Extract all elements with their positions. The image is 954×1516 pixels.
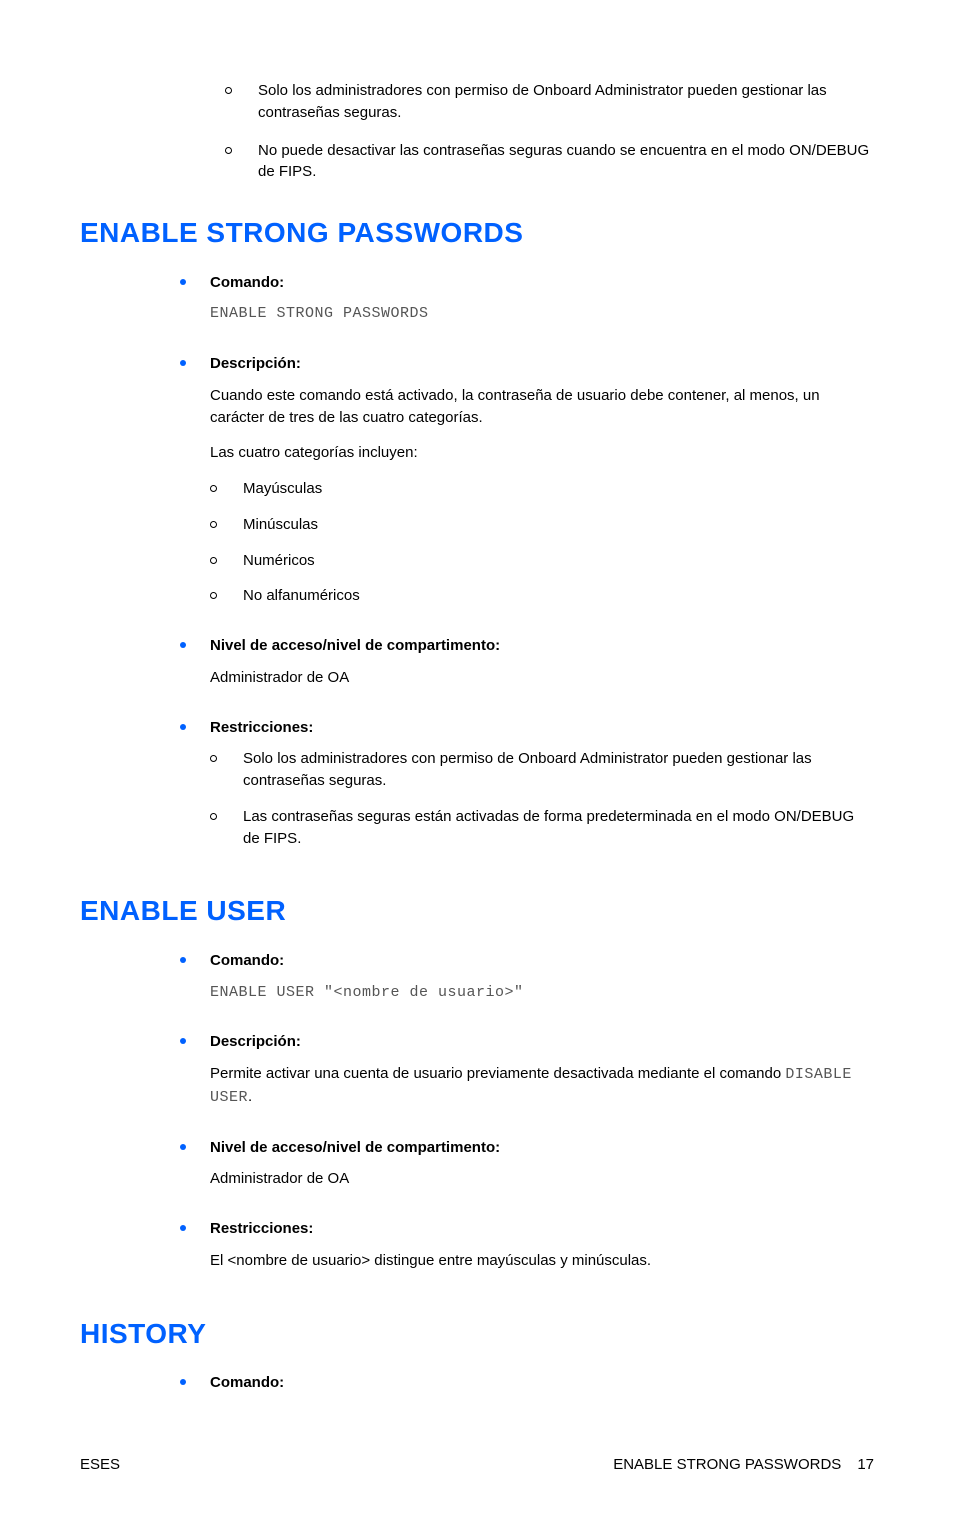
desc-post: . xyxy=(248,1088,252,1105)
description-text: Cuando este comando está activado, la co… xyxy=(210,385,874,429)
list-item: No puede desactivar las contraseñas segu… xyxy=(225,140,874,184)
field-label: Restricciones: xyxy=(210,1218,874,1240)
field-nivel: Nivel de acceso/nivel de compartimento: … xyxy=(180,1137,874,1205)
field-comando: Comando: ENABLE USER "<nombre de usuario… xyxy=(180,950,874,1018)
list-item: Minúsculas xyxy=(210,514,874,536)
field-label: Comando: xyxy=(210,272,874,294)
list-item-text: Minúsculas xyxy=(243,514,874,536)
list-item-text: Numéricos xyxy=(243,550,874,572)
disc-bullet-icon xyxy=(180,642,186,648)
ring-bullet-icon xyxy=(210,755,217,762)
ring-bullet-icon xyxy=(225,147,232,154)
nivel-text: Administrador de OA xyxy=(210,667,874,689)
list-item-text: No puede desactivar las contraseñas segu… xyxy=(258,140,874,184)
description-text: Permite activar una cuenta de usuario pr… xyxy=(210,1063,874,1109)
ring-bullet-icon xyxy=(210,521,217,528)
disc-bullet-icon xyxy=(180,279,186,285)
list-item-text: Mayúsculas xyxy=(243,478,874,500)
list-item-text: Solo los administradores con permiso de … xyxy=(243,748,874,792)
section-heading-enable-user: ENABLE USER xyxy=(80,891,874,932)
restrictions-list: Solo los administradores con permiso de … xyxy=(210,748,874,849)
field-descripcion: Descripción: Cuando este comando está ac… xyxy=(180,353,874,621)
disc-bullet-icon xyxy=(180,1225,186,1231)
field-comando: Comando: ENABLE STRONG PASSWORDS xyxy=(180,272,874,340)
footer-left: ESES xyxy=(80,1454,120,1476)
command-text: ENABLE STRONG PASSWORDS xyxy=(210,303,874,325)
disc-bullet-icon xyxy=(180,1144,186,1150)
list-item: Solo los administradores con permiso de … xyxy=(210,748,874,792)
list-item-text: Las contraseñas seguras están activadas … xyxy=(243,806,874,850)
command-text: ENABLE USER "<nombre de usuario>" xyxy=(210,982,874,1004)
list-item: No alfanuméricos xyxy=(210,585,874,607)
previous-restrictions-list: Solo los administradores con permiso de … xyxy=(225,80,874,183)
field-label: Descripción: xyxy=(210,353,874,375)
field-descripcion: Descripción: Permite activar una cuenta … xyxy=(180,1031,874,1122)
ring-bullet-icon xyxy=(210,592,217,599)
field-comando: Comando: xyxy=(180,1372,874,1394)
field-label: Nivel de acceso/nivel de compartimento: xyxy=(210,635,874,657)
desc-pre: Permite activar una cuenta de usuario pr… xyxy=(210,1065,785,1082)
field-restricciones: Restricciones: El <nombre de usuario> di… xyxy=(180,1218,874,1286)
footer-page-number: 17 xyxy=(857,1454,874,1476)
disc-bullet-icon xyxy=(180,360,186,366)
section-heading-history: HISTORY xyxy=(80,1314,874,1355)
restriction-text: El <nombre de usuario> distingue entre m… xyxy=(210,1250,874,1272)
ring-bullet-icon xyxy=(210,485,217,492)
section-body: Comando: ENABLE USER "<nombre de usuario… xyxy=(180,950,874,1286)
field-label: Restricciones: xyxy=(210,717,874,739)
section-body: Comando: ENABLE STRONG PASSWORDS Descrip… xyxy=(180,272,874,864)
ring-bullet-icon xyxy=(210,557,217,564)
section-heading-enable-strong-passwords: ENABLE STRONG PASSWORDS xyxy=(80,213,874,254)
field-label: Descripción: xyxy=(210,1031,874,1053)
nivel-text: Administrador de OA xyxy=(210,1168,874,1190)
field-label: Nivel de acceso/nivel de compartimento: xyxy=(210,1137,874,1159)
page-footer: ESES ENABLE STRONG PASSWORDS 17 xyxy=(80,1454,874,1476)
field-nivel: Nivel de acceso/nivel de compartimento: … xyxy=(180,635,874,703)
list-item: Numéricos xyxy=(210,550,874,572)
ring-bullet-icon xyxy=(210,813,217,820)
list-item-text: Solo los administradores con permiso de … xyxy=(258,80,874,124)
ring-bullet-icon xyxy=(225,87,232,94)
footer-section-title: ENABLE STRONG PASSWORDS xyxy=(613,1454,841,1476)
disc-bullet-icon xyxy=(180,724,186,730)
list-item-text: No alfanuméricos xyxy=(243,585,874,607)
disc-bullet-icon xyxy=(180,1379,186,1385)
field-label: Comando: xyxy=(210,1372,874,1394)
list-item: Solo los administradores con permiso de … xyxy=(225,80,874,124)
field-label: Comando: xyxy=(210,950,874,972)
description-text: Las cuatro categorías incluyen: xyxy=(210,442,874,464)
list-item: Mayúsculas xyxy=(210,478,874,500)
field-restricciones: Restricciones: Solo los administradores … xyxy=(180,717,874,864)
disc-bullet-icon xyxy=(180,1038,186,1044)
categories-list: Mayúsculas Minúsculas Numéricos No alfan… xyxy=(210,478,874,607)
disc-bullet-icon xyxy=(180,957,186,963)
list-item: Las contraseñas seguras están activadas … xyxy=(210,806,874,850)
section-body: Comando: xyxy=(180,1372,874,1394)
